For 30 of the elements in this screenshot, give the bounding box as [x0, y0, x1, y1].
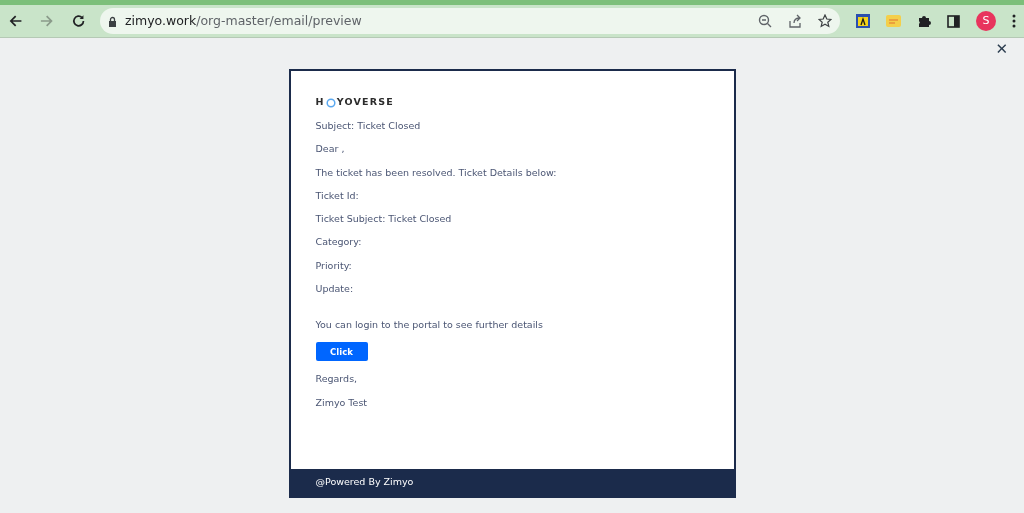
side-panel-icon[interactable] — [947, 14, 960, 28]
star-icon[interactable] — [818, 14, 832, 28]
email-text: Subject: Ticket Closed — [315, 120, 422, 131]
menu-icon[interactable] — [1012, 14, 1016, 28]
email-text: Ticket Id: — [315, 189, 360, 201]
logo-text: YOVERSE — [336, 95, 394, 110]
zoom-out-icon[interactable] — [758, 14, 772, 28]
email-text: You can login to the portal to see further details — [315, 319, 544, 331]
address-bar[interactable]: zimyo.work/org-master/email/preview — [100, 8, 840, 34]
email-text: Category: — [315, 236, 363, 248]
close-button[interactable]: ✕ — [995, 42, 1008, 57]
footer-text: @Powered By Zimyo — [315, 475, 414, 490]
back-icon[interactable] — [8, 13, 24, 29]
email-text: Priority: — [315, 259, 353, 271]
extension-icon[interactable] — [856, 14, 870, 28]
ring-icon — [325, 97, 336, 108]
lock-icon — [108, 15, 117, 27]
email-text: Zimyo Test — [315, 396, 369, 408]
click-button[interactable]: Click — [315, 342, 368, 362]
email-text: Ticket Subject: Ticket Closed — [315, 213, 453, 225]
profile-avatar[interactable]: S — [976, 11, 996, 31]
email-text: Dear , — [315, 143, 346, 155]
logo-text: H — [315, 95, 325, 110]
share-icon[interactable] — [788, 14, 802, 28]
reload-icon[interactable] — [70, 13, 86, 29]
url-text: zimyo.work/org-master/email/preview — [125, 11, 362, 30]
email-text: Regards, — [315, 373, 359, 385]
email-text: The ticket has been resolved. Ticket Details below: — [315, 166, 558, 178]
puzzle-icon[interactable] — [917, 14, 931, 28]
email-text: Update: — [315, 283, 355, 295]
